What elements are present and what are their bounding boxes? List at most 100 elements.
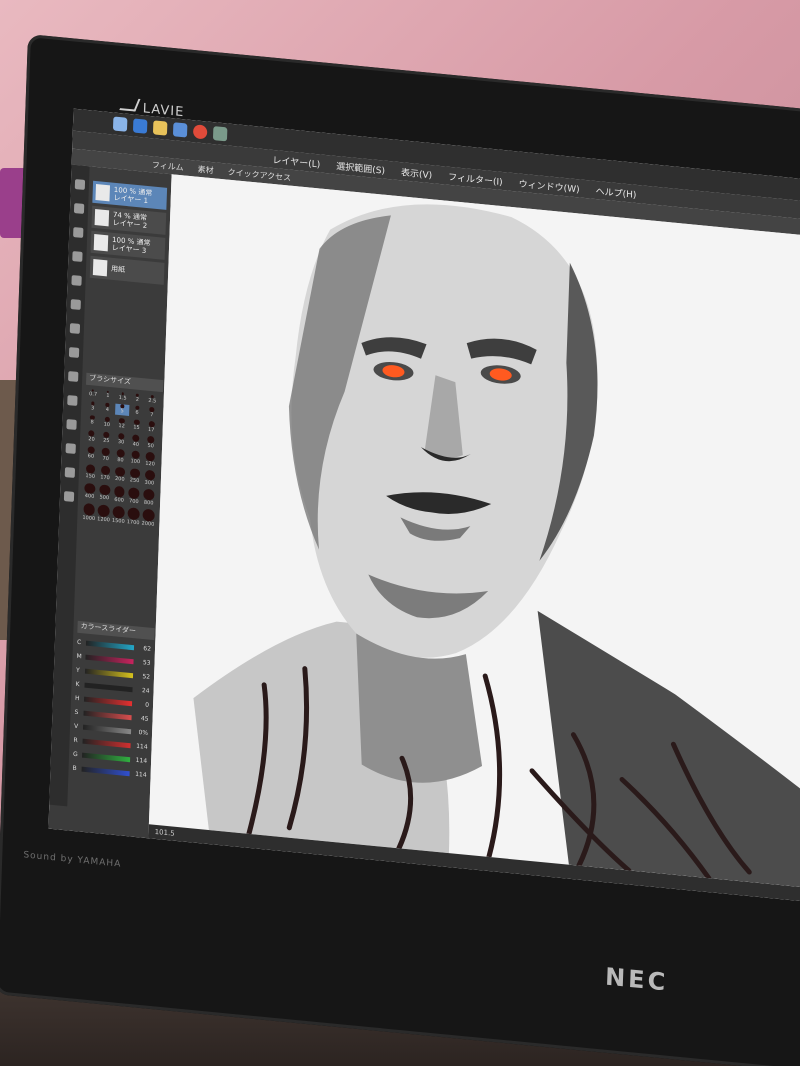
layer-thumbnail — [93, 234, 109, 252]
zoom-tool-icon[interactable] — [73, 203, 85, 214]
brush-size-option[interactable]: 300 — [142, 469, 157, 487]
brush-size-option[interactable]: 15 — [129, 419, 144, 432]
brush-size-label: 7 — [150, 411, 154, 418]
brush-size-label: 120 — [145, 460, 155, 468]
layer-label: 100 % 通常 レイヤー 1 — [113, 185, 153, 206]
brush-size-option[interactable]: 1.5 — [115, 392, 130, 403]
brush-size-label: 10 — [103, 421, 111, 428]
brush-size-option[interactable]: 70 — [98, 447, 113, 463]
clip-studio-icon[interactable] — [212, 126, 228, 142]
color-slider-bar[interactable] — [83, 710, 132, 721]
brush-size-option[interactable]: 25 — [99, 431, 114, 446]
brush-size-option[interactable]: 2.5 — [145, 394, 160, 405]
edge-icon[interactable] — [132, 118, 148, 134]
brush-size-label: 50 — [147, 442, 154, 450]
brush-size-option[interactable]: 17 — [144, 420, 159, 433]
brush-size-option[interactable]: 10 — [99, 416, 114, 429]
brush-size-label: 70 — [102, 455, 109, 462]
brush-size-option[interactable]: 200 — [112, 466, 127, 484]
figure-tool-icon[interactable] — [65, 443, 76, 454]
brand-logo-bottom: NEC — [604, 962, 669, 997]
brush-size-option[interactable]: 2000 — [140, 508, 155, 528]
brush-size-option[interactable]: 80 — [113, 448, 128, 464]
brush-size-option[interactable]: 100 — [128, 450, 143, 466]
brush-size-option[interactable]: 8 — [85, 414, 100, 427]
folder-icon[interactable] — [152, 120, 168, 136]
layer-row[interactable]: 74 % 通常 レイヤー 2 — [91, 205, 167, 235]
brush-size-option[interactable]: 3 — [85, 401, 100, 413]
brush-size-option[interactable]: 6 — [129, 405, 144, 417]
brush-size-option[interactable]: 1500 — [111, 505, 126, 526]
color-slider-bar[interactable] — [83, 696, 133, 707]
brush-preview-dot — [142, 508, 155, 522]
brush-size-label: 1500 — [111, 517, 125, 526]
menu-help[interactable]: ヘルプ(H) — [595, 183, 636, 200]
brush-size-label: 30 — [117, 439, 125, 446]
brush-size-option[interactable]: 60 — [83, 445, 98, 462]
brush-size-option[interactable]: 250 — [127, 467, 142, 486]
brush-size-option[interactable]: 400 — [82, 482, 97, 501]
menu-layer[interactable]: レイヤー(L) — [272, 152, 320, 170]
gradient-tool-icon[interactable] — [66, 419, 77, 430]
brush-size-option[interactable]: 7 — [144, 407, 159, 419]
color-slider-bar[interactable] — [81, 766, 130, 777]
brush-size-option[interactable]: 5 — [114, 403, 130, 416]
chrome-icon[interactable] — [192, 124, 208, 140]
brush-size-label: 12 — [118, 422, 125, 430]
brush-size-option[interactable]: 4 — [100, 402, 115, 414]
tab-film[interactable]: フィルム — [152, 159, 184, 173]
layer-thumbnail — [92, 259, 108, 277]
color-slider-bar[interactable] — [82, 738, 131, 749]
brush-size-option[interactable]: 1700 — [126, 507, 141, 527]
tab-materials[interactable]: 素材 — [197, 163, 213, 176]
brush-size-option[interactable]: 170 — [97, 464, 112, 483]
brush-preview-dot — [97, 504, 111, 518]
brush-size-option[interactable]: 500 — [97, 484, 112, 503]
fill-tool-icon[interactable] — [67, 395, 78, 406]
brush-size-option[interactable]: 40 — [128, 433, 143, 449]
menu-selection[interactable]: 選択範囲(S) — [336, 159, 385, 177]
eyedropper-icon[interactable] — [72, 251, 83, 262]
color-slider-bar[interactable] — [84, 682, 133, 693]
brush-size-option[interactable]: 1000 — [81, 503, 96, 522]
eraser-tool-icon[interactable] — [68, 371, 79, 382]
move-tool-icon[interactable] — [74, 179, 86, 190]
color-slider-bar[interactable] — [85, 640, 135, 651]
brush-size-label: 60 — [87, 453, 95, 461]
menu-view[interactable]: 表示(V) — [401, 165, 433, 181]
brush-size-option[interactable]: 2 — [130, 393, 145, 404]
brush-size-label: 250 — [129, 477, 140, 485]
brush-size-label: 600 — [114, 496, 124, 504]
brush-size-option[interactable]: 700 — [126, 486, 141, 506]
brush-size-option[interactable]: 20 — [84, 429, 99, 444]
layer-row[interactable]: 用紙 — [89, 255, 165, 285]
layer-row[interactable]: 100 % 通常 レイヤー 3 — [90, 230, 166, 260]
brush-size-label: 170 — [100, 474, 110, 482]
brush-size-label: 4 — [105, 406, 110, 413]
brush-size-option[interactable]: 600 — [112, 485, 127, 504]
select-tool-icon[interactable] — [73, 227, 84, 238]
brush-size-label: 500 — [99, 494, 110, 502]
brush-size-option[interactable]: 150 — [83, 463, 98, 481]
drawing-canvas[interactable] — [148, 174, 800, 888]
color-slider-bar[interactable] — [84, 668, 134, 679]
brush-size-option[interactable]: 12 — [114, 417, 129, 430]
text-tool-icon[interactable] — [64, 467, 76, 478]
color-swatch-icon[interactable] — [63, 491, 75, 502]
store-icon[interactable] — [172, 122, 188, 138]
brush-size-option[interactable]: 0.7 — [86, 389, 101, 400]
brush-tool-icon[interactable] — [69, 323, 81, 334]
brush-size-option[interactable]: 30 — [114, 432, 129, 447]
brush-size-option[interactable]: 50 — [143, 435, 158, 450]
airbrush-tool-icon[interactable] — [68, 347, 80, 358]
color-slider-bar[interactable] — [82, 724, 132, 735]
brush-size-option[interactable]: 120 — [143, 451, 158, 467]
start-icon[interactable] — [112, 116, 128, 132]
pen-tool-icon[interactable] — [71, 275, 82, 286]
color-slider-bar[interactable] — [85, 654, 134, 665]
brush-size-option[interactable]: 1 — [100, 390, 115, 401]
pencil-tool-icon[interactable] — [70, 299, 81, 310]
brush-size-option[interactable]: 800 — [141, 488, 156, 507]
brush-size-option[interactable]: 1200 — [96, 504, 111, 524]
color-slider-bar[interactable] — [81, 752, 131, 763]
